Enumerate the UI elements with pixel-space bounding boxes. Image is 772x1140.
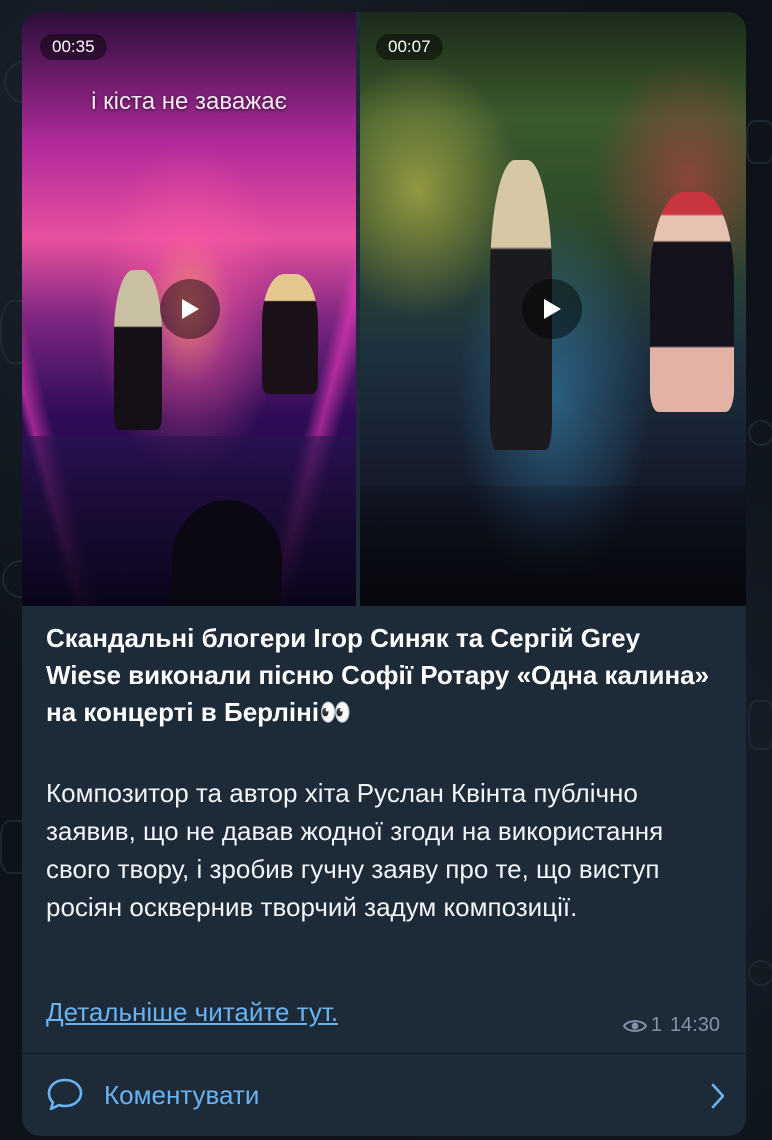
read-more-link[interactable]: Детальніше читайте тут. <box>46 997 338 1028</box>
performer-figure <box>114 270 162 430</box>
view-count: 1 <box>650 1014 662 1036</box>
background-doodle <box>748 420 772 446</box>
comment-button[interactable]: Коментувати <box>22 1054 746 1136</box>
background-doodle <box>746 120 772 164</box>
post-meta: 1 14:30 <box>622 1014 720 1037</box>
video-thumbnail-1[interactable]: і кіста не заважає 00:35 <box>22 12 356 606</box>
video-thumbnail-2[interactable]: 00:07 <box>360 12 746 606</box>
performer-figure <box>262 274 318 394</box>
chevron-right-icon <box>711 1083 725 1109</box>
channel-post: і кіста не заважає 00:35 00:07 Скандальн… <box>22 12 746 1136</box>
play-button[interactable] <box>522 279 582 339</box>
post-body: Композитор та автор хіта Руслан Квінта п… <box>46 778 664 922</box>
background-doodle <box>748 960 772 986</box>
play-icon <box>544 299 561 319</box>
post-time: 14:30 <box>669 1014 720 1036</box>
eye-icon <box>622 1019 647 1032</box>
stage-floor <box>360 486 746 606</box>
comment-label: Коментувати <box>104 1079 260 1110</box>
video-overlay-text: і кіста не заважає <box>91 88 287 115</box>
video-duration: 00:35 <box>40 34 107 60</box>
play-icon <box>182 299 199 319</box>
performer-figure <box>650 192 734 412</box>
background-doodle <box>748 700 772 750</box>
post-title: Скандальні блогери Ігор Синяк та Сергій … <box>46 623 710 727</box>
play-button[interactable] <box>160 279 220 339</box>
comment-bubble-icon <box>47 1078 83 1111</box>
video-duration: 00:07 <box>376 34 443 60</box>
